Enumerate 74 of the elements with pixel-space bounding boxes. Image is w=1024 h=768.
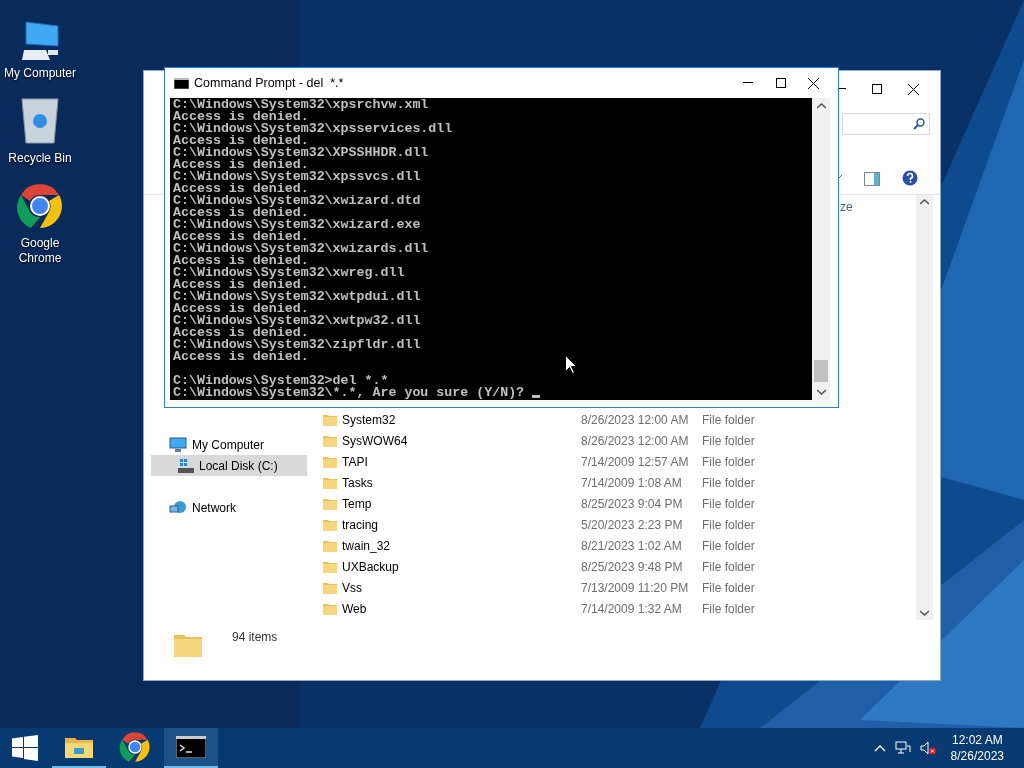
file-date: 7/13/2009 11:20 PM [581,579,690,597]
file-row[interactable]: UXBackup 8/25/2023 9:48 PM File folder [323,556,916,577]
file-date: 8/26/2023 12:00 AM [581,432,690,450]
file-type: File folder [702,558,755,576]
console-line: C:\Windows\System32\xwtpw32.dll [173,315,421,327]
desktop-icon-label[interactable]: Recycle Bin [2,151,78,166]
file-row[interactable]: SysWOW64 8/26/2023 12:00 AM File folder [323,430,916,451]
status-text: 94 items [232,629,278,646]
console-line: C:\Windows\System32\*.*, Are you sure (Y/N)? [173,387,525,399]
console-line: Access is denied. [173,279,309,291]
file-type: File folder [702,600,755,618]
file-date: 8/25/2023 9:04 PM [581,495,684,513]
console-line: Access is denied. [173,207,309,219]
console-line: Access is denied. [173,327,309,339]
nav-item[interactable]: Local Disk (C:) [151,455,307,476]
console-line: Access is denied. [173,255,309,267]
file-name: twain_32 [342,537,392,555]
file-row[interactable]: Vss 7/13/2009 11:20 PM File folder [323,577,916,598]
file-date: 7/14/2009 1:08 AM [581,474,683,492]
file-type: File folder [702,495,755,513]
console-line: Access is denied. [173,135,309,147]
file-name: Temp [342,495,373,513]
file-type: File folder [702,474,755,492]
file-name: Vss [342,579,363,597]
console-line: C:\Windows\System32\xwreg.dll [173,267,405,279]
console-line: C:\Windows\System32\xpssvcs.dll [173,171,421,183]
file-type: File folder [702,516,755,534]
console-line: C:\Windows\System32\xwtpdui.dll [173,291,421,303]
file-type: File folder [702,537,755,555]
console-line: C:\Windows\System32>del *.* [173,375,389,387]
file-name: TAPI [342,453,369,471]
column-header[interactable]: ze [840,198,853,216]
console-line: C:\Windows\System32\xpsservices.dll [173,123,453,135]
desktop-icon-label[interactable]: Google Chrome [2,236,78,266]
nav-item[interactable]: Network [151,497,307,518]
file-row[interactable]: Tasks 7/14/2009 1:08 AM File folder [323,472,916,493]
file-row[interactable]: System32 8/26/2023 12:00 AM File folder [323,409,916,430]
console-line: Access is denied. [173,351,309,363]
file-name: Tasks [342,474,374,492]
file-row[interactable]: twain_32 8/21/2023 1:02 AM File folder [323,535,916,556]
file-row[interactable]: TAPI 7/14/2009 12:57 AM File folder [323,451,916,472]
file-date: 7/14/2009 12:57 AM [581,453,690,471]
file-row[interactable]: Web 7/14/2009 1:32 AM File folder [323,598,916,619]
file-type: File folder [702,432,755,450]
window-title: Command Prompt - del *.* [194,74,344,92]
file-type: File folder [702,579,755,597]
console-line: C:\Windows\System32\zipfldr.dll [173,339,421,351]
console-line: C:\Windows\System32\xwizard.dtd [173,195,421,207]
console-line: C:\Windows\System32\xpsrchvw.xml [173,99,429,111]
console-line: C:\Windows\System32\XPSSHHDR.dll [173,147,429,159]
file-row[interactable]: Temp 8/25/2023 9:04 PM File folder [323,493,916,514]
nav-item[interactable]: My Computer [151,434,307,455]
file-name: Web [342,600,368,618]
file-date: 8/25/2023 9:48 PM [581,558,684,576]
file-date: 5/20/2023 2:23 PM [581,516,684,534]
file-name: UXBackup [342,558,400,576]
file-type: File folder [702,453,755,471]
console-line: Access is denied. [173,111,309,123]
file-date: 8/26/2023 12:00 AM [581,411,690,429]
console-line: Access is denied. [173,183,309,195]
file-date: 7/14/2009 1:32 AM [581,600,683,618]
console-line: Access is denied. [173,303,309,315]
console-line: Access is denied. [173,231,309,243]
console-line: C:\Windows\System32\xwizards.dll [173,243,429,255]
console-line: Access is denied. [173,159,309,171]
file-name: tracing [342,516,380,534]
file-name: System32 [342,411,397,429]
file-date: 8/21/2023 1:02 AM [581,537,683,555]
file-row[interactable]: tracing 5/20/2023 2:23 PM File folder [323,514,916,535]
desktop-icon-label[interactable]: My Computer [2,66,78,81]
clock[interactable]: 12:02 AM 8/26/2023 [950,732,1004,764]
file-type: File folder [702,411,755,429]
file-name: SysWOW64 [342,432,409,450]
console-line: C:\Windows\System32\xwizard.exe [173,219,421,231]
